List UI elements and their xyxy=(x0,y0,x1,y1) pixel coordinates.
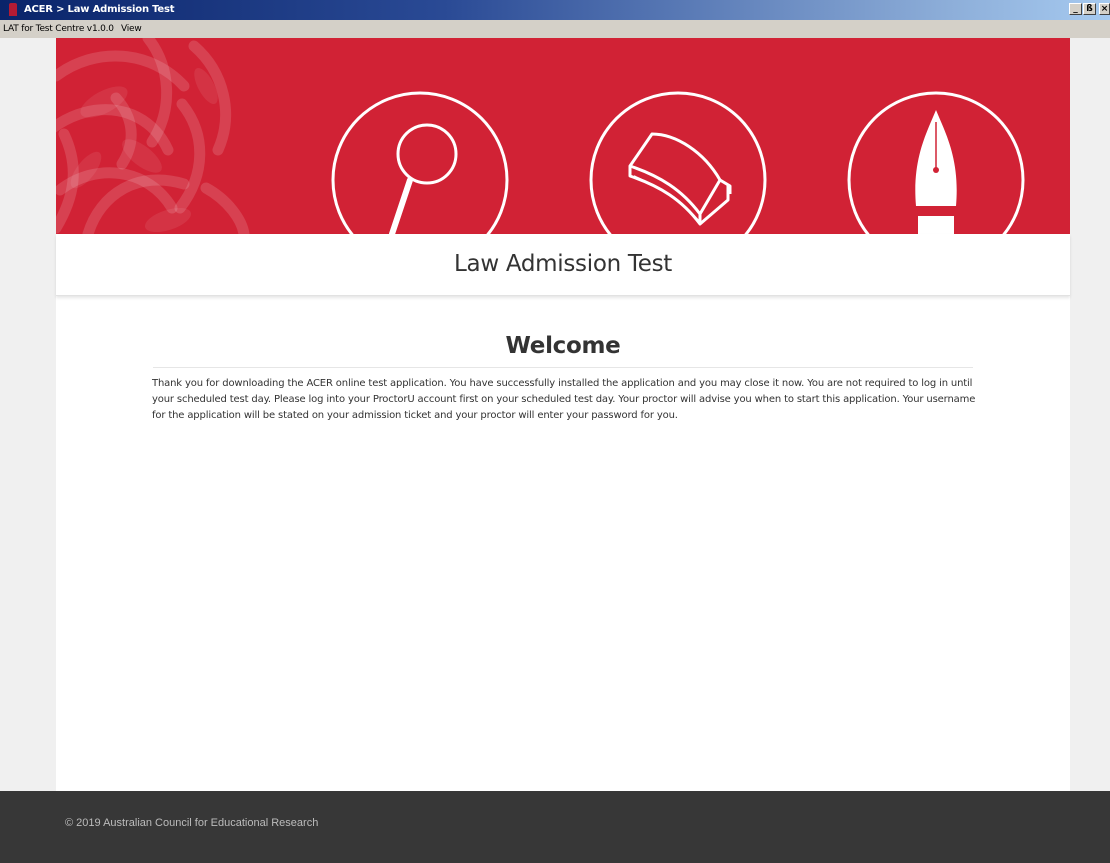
leaf-pattern-decoration xyxy=(56,38,250,234)
app-icon xyxy=(9,3,17,16)
banner xyxy=(56,38,1070,234)
menu-bar: LAT for Test Centre v1.0.0 View xyxy=(0,20,1110,38)
welcome-message: Thank you for downloading the ACER onlin… xyxy=(152,378,976,421)
welcome-divider xyxy=(153,367,973,368)
welcome-heading: Welcome xyxy=(505,333,621,359)
window-title-bar[interactable]: ACER > Law Admission Test _ ß × xyxy=(0,0,1110,20)
footer: © 2019 Australian Council for Educationa… xyxy=(0,791,1110,863)
fountain-pen-icon xyxy=(847,91,1025,234)
copyright-text: © 2019 Australian Council for Educationa… xyxy=(65,817,319,829)
main-content-panel: Law Admission Test Welcome Thank you for… xyxy=(56,38,1070,791)
window-title: ACER > Law Admission Test xyxy=(24,4,175,15)
book-icon xyxy=(589,91,767,234)
menu-item-view[interactable]: View xyxy=(121,21,142,37)
minimize-button[interactable]: _ xyxy=(1069,3,1082,15)
magnifying-glass-icon xyxy=(331,91,509,234)
restore-button[interactable]: ß xyxy=(1083,3,1096,15)
close-button[interactable]: × xyxy=(1099,3,1110,15)
page-title: Law Admission Test xyxy=(454,251,672,277)
banner-title-card: Law Admission Test xyxy=(56,234,1070,296)
menu-item-app[interactable]: LAT for Test Centre v1.0.0 xyxy=(3,21,114,37)
banner-artwork xyxy=(56,38,1025,234)
